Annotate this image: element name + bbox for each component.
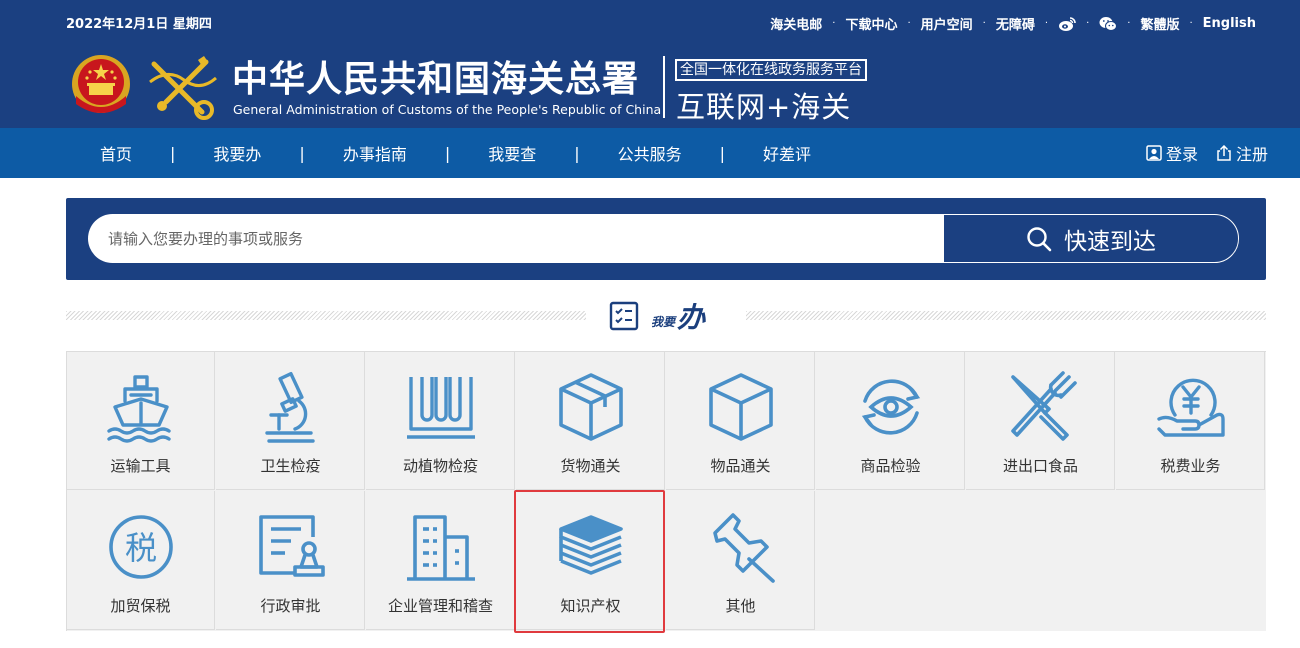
login-button[interactable]: 登录	[1146, 141, 1198, 165]
weibo-icon[interactable]	[1058, 16, 1076, 32]
service-tile-health-quarantine[interactable]: 卫生检疫	[216, 351, 365, 490]
service-tile-plant-animal-quarantine[interactable]: 动植物检疫	[366, 351, 515, 490]
nav-i-want-to-do[interactable]: 我要办	[197, 141, 277, 165]
quick-access-label: 快速到达	[1064, 228, 1156, 255]
title-divider	[663, 56, 665, 118]
service-label: 税费业务	[1160, 457, 1221, 475]
test-tubes-icon	[407, 377, 475, 439]
yen-hand-icon	[1157, 378, 1225, 437]
platform-badge: 全国一体化在线政务服务平台	[675, 59, 867, 81]
service-label: 加贸保税	[110, 597, 171, 615]
building-icon	[407, 515, 475, 581]
top-links: 海关电邮 · 下载中心 · 用户空间 · 无障碍 · · · 繁體版 · Eng…	[770, 14, 1256, 33]
service-label: 知识产权	[560, 597, 621, 615]
service-tile-processing-trade-bonded[interactable]: 税 加贸保税	[66, 491, 215, 630]
fork-knife-icon	[1011, 371, 1077, 441]
service-tile-transport[interactable]: 运输工具	[66, 351, 215, 490]
section-title-small: 我要	[651, 314, 676, 329]
approval-form-icon	[259, 515, 325, 577]
service-label: 卫生检疫	[260, 457, 321, 475]
quick-access-button[interactable]: 快速到达	[943, 214, 1239, 263]
user-icon	[1146, 145, 1162, 161]
service-tile-admin-approval[interactable]: 行政审批	[216, 491, 365, 630]
service-tile-import-export-food[interactable]: 进出口食品	[966, 351, 1115, 490]
search-bar: 快速到达	[66, 198, 1266, 280]
service-label: 企业管理和稽查	[387, 597, 493, 615]
checklist-icon	[609, 301, 639, 331]
register-label: 注册	[1235, 145, 1268, 164]
top-link-english[interactable]: English	[1203, 16, 1256, 31]
section-title: 我要 办	[609, 298, 705, 334]
service-tile-commodity-inspection[interactable]: 商品检验	[816, 351, 965, 490]
section-stripe-right	[746, 311, 1266, 320]
top-link-traditional[interactable]: 繁體版	[1140, 14, 1179, 33]
date-text: 2022年12月1日 星期四	[66, 17, 212, 32]
service-label: 其他	[725, 597, 756, 615]
customs-emblem-icon	[149, 56, 217, 120]
service-tile-other[interactable]: 其他	[666, 491, 815, 630]
nav-public-service[interactable]: 公共服务	[602, 141, 698, 165]
tax-seal-icon: 税	[109, 515, 173, 579]
site-title-cn: 中华人民共和国海关总署	[232, 58, 640, 100]
ship-icon	[107, 375, 171, 443]
nav-query[interactable]: 我要查	[472, 141, 552, 165]
national-emblem-icon	[72, 55, 130, 113]
top-link-email[interactable]: 海关电邮	[770, 14, 822, 33]
nav-home[interactable]: 首页	[84, 141, 148, 165]
package-icon	[559, 373, 623, 441]
service-label: 货物通关	[560, 457, 621, 475]
section-title-big: 办	[677, 301, 705, 334]
books-icon	[559, 515, 623, 575]
service-label: 物品通关	[710, 457, 771, 475]
top-link-download[interactable]: 下载中心	[845, 14, 897, 33]
upload-icon	[1217, 145, 1231, 161]
main-nav: 首页 | 我要办 | 办事指南 | 我要查 | 公共服务 | 好差评 登录 注册	[0, 128, 1300, 178]
microscope-icon	[265, 371, 315, 443]
service-label: 行政审批	[260, 597, 321, 615]
pushpin-icon	[713, 513, 775, 583]
box-icon	[709, 373, 773, 441]
service-tile-tax-fees[interactable]: 税费业务	[1116, 351, 1265, 490]
site-title-en: General Administration of Customs of the…	[233, 102, 662, 117]
section-stripe-left	[66, 311, 586, 320]
service-tile-intellectual-property[interactable]: 知识产权	[516, 491, 665, 630]
register-button[interactable]: 注册	[1216, 141, 1268, 165]
service-label: 商品检验	[860, 457, 921, 475]
search-input[interactable]	[88, 214, 944, 263]
top-link-user-space[interactable]: 用户空间	[921, 14, 973, 33]
service-tile-goods-clearance[interactable]: 货物通关	[516, 351, 665, 490]
service-tile-article-clearance[interactable]: 物品通关	[666, 351, 815, 490]
eye-refresh-icon	[861, 379, 921, 435]
service-label: 动植物检疫	[402, 457, 478, 475]
platform-name: 互联网+海关	[676, 90, 852, 124]
service-grid: 运输工具 卫生检疫 动植物检疫 货物通关 物品通关 商品检验 进出口食品 税费业…	[66, 351, 1266, 631]
service-label: 进出口食品	[1002, 457, 1078, 475]
login-label: 登录	[1165, 145, 1198, 164]
search-icon	[1027, 226, 1052, 251]
nav-rating[interactable]: 好差评	[747, 141, 827, 165]
wechat-icon[interactable]	[1099, 16, 1118, 32]
service-label: 运输工具	[110, 457, 171, 475]
service-tile-enterprise-audit[interactable]: 企业管理和稽查	[366, 491, 515, 630]
nav-guide[interactable]: 办事指南	[327, 141, 423, 165]
site-header: 2022年12月1日 星期四 海关电邮 · 下载中心 · 用户空间 · 无障碍 …	[0, 0, 1300, 128]
top-link-accessibility[interactable]: 无障碍	[996, 14, 1035, 33]
section-header: 我要 办	[66, 298, 1266, 336]
tax-seal-glyph: 税	[125, 529, 157, 567]
